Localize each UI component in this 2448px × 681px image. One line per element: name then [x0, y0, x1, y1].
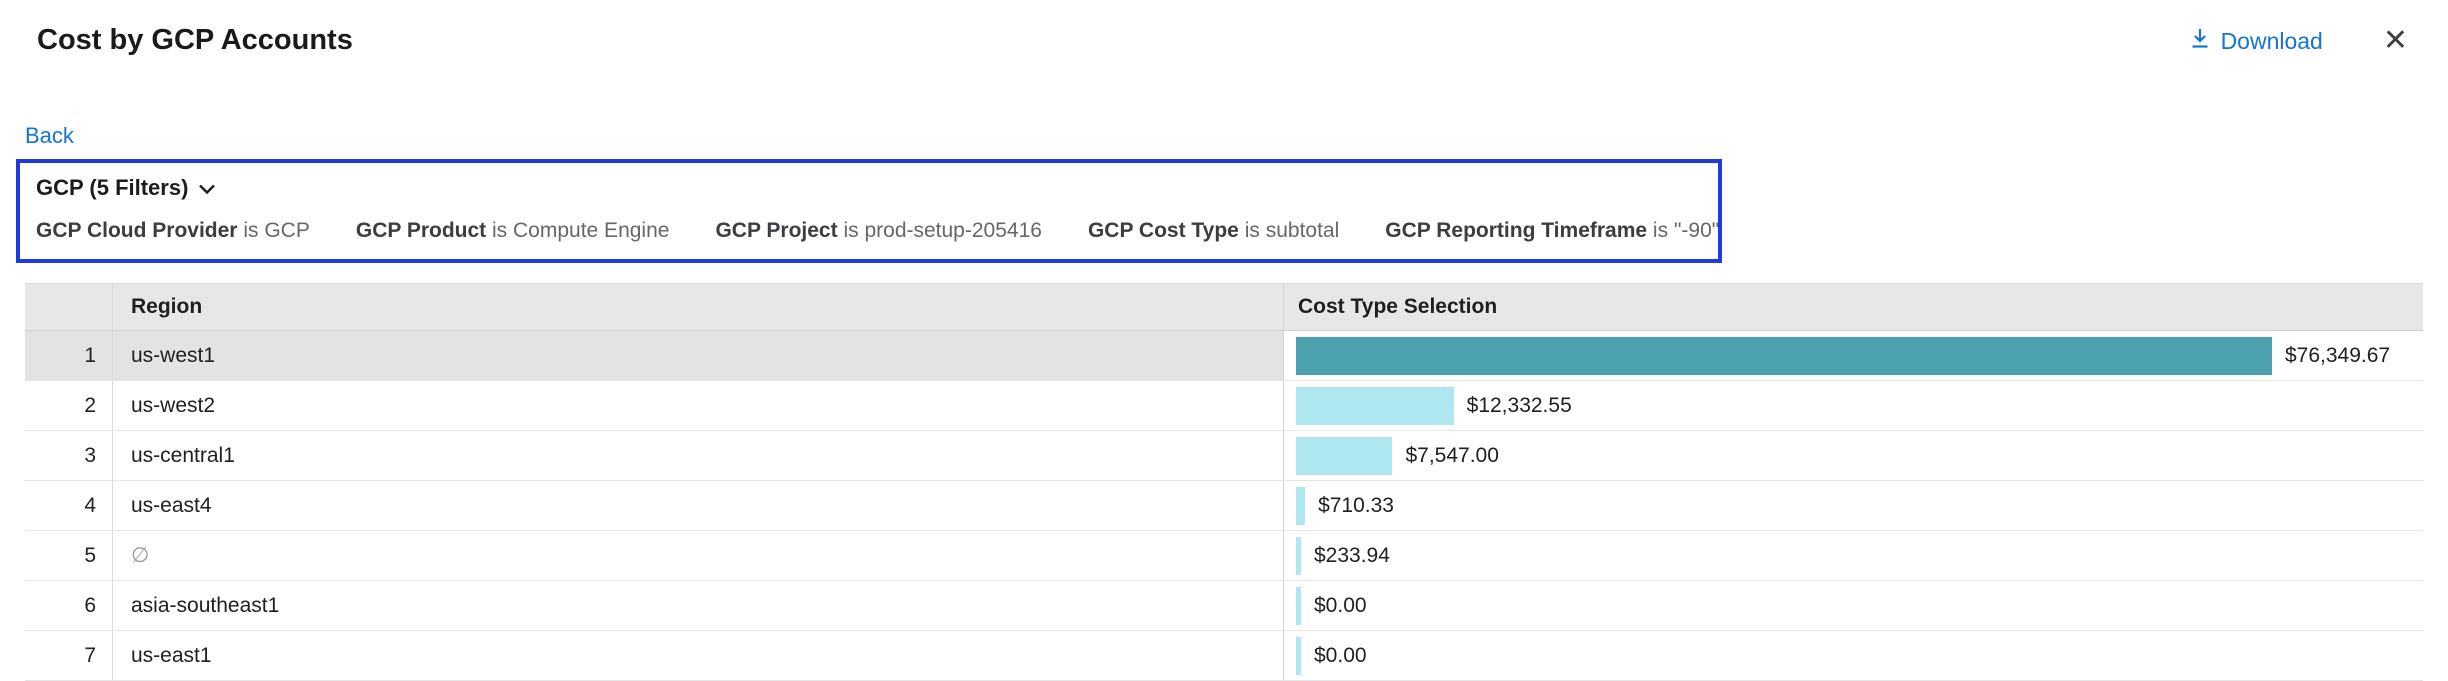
- table-row[interactable]: 1 us-west1 $76,349.67: [25, 331, 2423, 381]
- row-number-column-header: [25, 284, 113, 330]
- region-cell: us-west2: [113, 381, 1284, 430]
- filter-product: GCP Product is Compute Engine: [356, 219, 670, 243]
- cost-value: $0.00: [1314, 594, 1367, 618]
- cost-cell: $0.00: [1284, 631, 2423, 680]
- filter-list: GCP Cloud Provider is GCP GCP Product is…: [36, 219, 1702, 243]
- cost-bar: [1296, 387, 1454, 425]
- cost-column-header: Cost Type Selection: [1284, 284, 2423, 330]
- download-label: Download: [2221, 28, 2323, 55]
- table-row[interactable]: 6 asia-southeast1 $0.00: [25, 581, 2423, 631]
- filter-cost-type: GCP Cost Type is subtotal: [1088, 219, 1339, 243]
- cost-cell: $233.94: [1284, 531, 2423, 580]
- filter-group-highlight: GCP (5 Filters) GCP Cloud Provider is GC…: [16, 159, 1722, 263]
- cost-value: $710.33: [1318, 494, 1394, 518]
- row-number: 3: [25, 431, 113, 480]
- cost-cell: $0.00: [1284, 581, 2423, 630]
- page-header: Cost by GCP Accounts Download ✕: [0, 0, 2448, 57]
- table-row[interactable]: 3 us-central1 $7,547.00: [25, 431, 2423, 481]
- cost-bar: [1296, 437, 1392, 475]
- region-cell: asia-southeast1: [113, 581, 1284, 630]
- cost-value: $233.94: [1314, 544, 1390, 568]
- region-cell: us-central1: [113, 431, 1284, 480]
- filter-project: GCP Project is prod-setup-205416: [715, 219, 1041, 243]
- filter-reporting-timeframe: GCP Reporting Timeframe is "-90": [1385, 219, 1719, 243]
- close-icon[interactable]: ✕: [2379, 26, 2412, 56]
- table-row[interactable]: 7 us-east1 $0.00: [25, 631, 2423, 681]
- region-cell: us-east1: [113, 631, 1284, 680]
- cost-bar: [1296, 637, 1301, 675]
- cost-value: $0.00: [1314, 644, 1367, 668]
- row-number: 6: [25, 581, 113, 630]
- table-row[interactable]: 4 us-east4 $710.33: [25, 481, 2423, 531]
- page-title: Cost by GCP Accounts: [37, 24, 353, 57]
- download-button[interactable]: Download: [2188, 26, 2323, 56]
- row-number: 2: [25, 381, 113, 430]
- filter-group-label: GCP (5 Filters): [36, 175, 188, 201]
- cost-table: Region Cost Type Selection 1 us-west1 $7…: [25, 283, 2423, 681]
- row-number: 4: [25, 481, 113, 530]
- filter-group-dropdown[interactable]: GCP (5 Filters): [36, 175, 216, 201]
- cost-cell: $710.33: [1284, 481, 2423, 530]
- cost-cell: $7,547.00: [1284, 431, 2423, 480]
- cost-value: $76,349.67: [2285, 344, 2390, 368]
- region-cell: us-east4: [113, 481, 1284, 530]
- table-row[interactable]: 5 ∅ $233.94: [25, 531, 2423, 581]
- cost-bar: [1296, 337, 2272, 375]
- header-actions: Download ✕: [2188, 26, 2412, 56]
- cost-value: $12,332.55: [1467, 394, 1572, 418]
- filter-cloud-provider: GCP Cloud Provider is GCP: [36, 219, 310, 243]
- row-number: 1: [25, 331, 113, 380]
- cost-cell: $12,332.55: [1284, 381, 2423, 430]
- region-column-header: Region: [113, 284, 1284, 330]
- cost-bar: [1296, 537, 1301, 575]
- region-cell-null: ∅: [113, 531, 1284, 580]
- region-cell: us-west1: [113, 331, 1284, 380]
- table-row[interactable]: 2 us-west2 $12,332.55: [25, 381, 2423, 431]
- row-number: 5: [25, 531, 113, 580]
- back-link[interactable]: Back: [25, 123, 74, 149]
- cost-bar: [1296, 487, 1305, 525]
- cost-value: $7,547.00: [1405, 444, 1498, 468]
- cost-bar: [1296, 587, 1301, 625]
- download-icon: [2188, 26, 2212, 56]
- chevron-down-icon: [198, 175, 216, 201]
- table-header-row: Region Cost Type Selection: [25, 284, 2423, 331]
- cost-cell: $76,349.67: [1284, 331, 2423, 380]
- row-number: 7: [25, 631, 113, 680]
